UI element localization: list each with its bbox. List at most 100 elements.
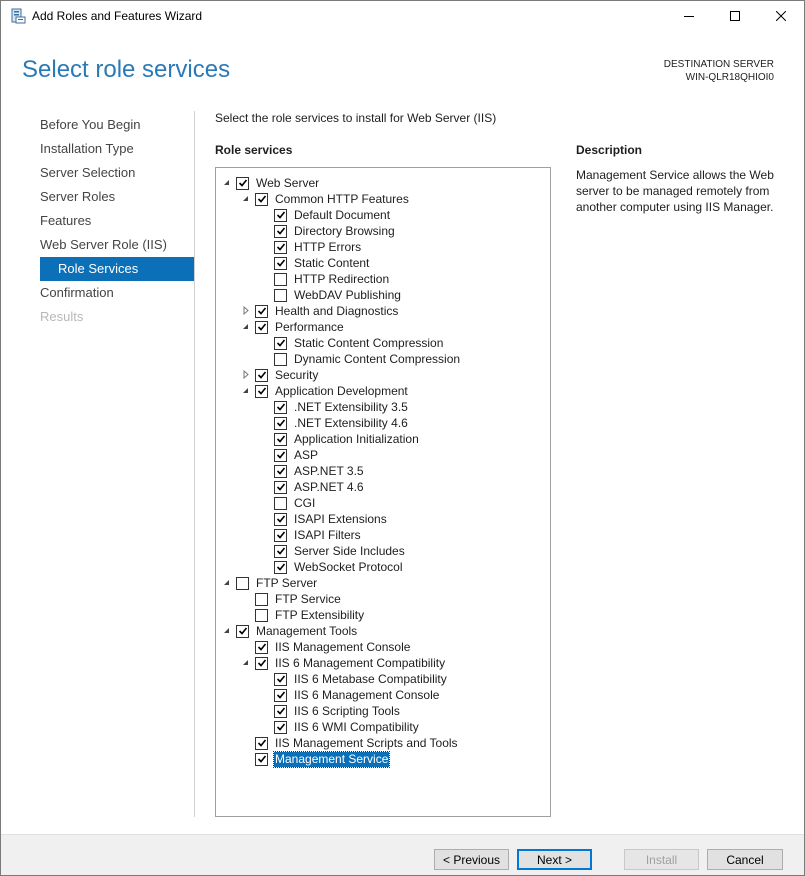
checkbox-checked[interactable] bbox=[274, 720, 287, 734]
checkbox-checked[interactable] bbox=[255, 384, 268, 398]
tree-item[interactable]: .NET Extensibility 3.5 bbox=[274, 399, 409, 415]
tree-item[interactable]: Default Document bbox=[274, 207, 391, 223]
tree-item[interactable]: CGI bbox=[274, 495, 316, 511]
collapse-arrow-icon[interactable] bbox=[241, 306, 250, 315]
checkbox-checked[interactable] bbox=[274, 400, 287, 414]
checkbox-checked[interactable] bbox=[255, 368, 268, 382]
tree-item-label: Common HTTP Features bbox=[275, 191, 409, 206]
tree-item[interactable]: Dynamic Content Compression bbox=[274, 351, 461, 367]
tree-item[interactable]: IIS Management Scripts and Tools bbox=[255, 735, 459, 751]
tree-item[interactable]: HTTP Redirection bbox=[274, 271, 390, 287]
tree-item[interactable]: HTTP Errors bbox=[274, 239, 362, 255]
tree-item[interactable]: Management Service bbox=[255, 750, 391, 768]
checkbox-checked[interactable] bbox=[274, 336, 287, 350]
checkbox-checked[interactable] bbox=[274, 480, 287, 494]
tree-item[interactable]: Performance bbox=[243, 319, 345, 335]
tree-item[interactable]: Application Initialization bbox=[274, 431, 420, 447]
nav-item[interactable]: Before You Begin bbox=[22, 113, 194, 137]
checkbox-checked[interactable] bbox=[236, 176, 249, 190]
tree-item[interactable]: Static Content Compression bbox=[274, 335, 444, 351]
checkbox-checked[interactable] bbox=[274, 432, 287, 446]
tree-item[interactable]: IIS Management Console bbox=[255, 639, 411, 655]
checkbox-checked[interactable] bbox=[255, 304, 268, 318]
tree-item[interactable]: Health and Diagnostics bbox=[243, 303, 399, 319]
role-services-tree[interactable]: Web Server Common HTTP Features Default Do… bbox=[215, 167, 551, 817]
checkbox-checked[interactable] bbox=[274, 688, 287, 702]
close-button[interactable] bbox=[758, 1, 804, 32]
install-button[interactable]: Install bbox=[624, 849, 699, 870]
tree-item[interactable]: Directory Browsing bbox=[274, 223, 396, 239]
checkbox-checked[interactable] bbox=[274, 672, 287, 686]
tree-item[interactable]: Security bbox=[243, 367, 319, 383]
nav-item[interactable]: Features bbox=[22, 209, 194, 233]
checkbox-checked[interactable] bbox=[274, 544, 287, 558]
tree-item[interactable]: FTP Extensibility bbox=[255, 607, 365, 623]
nav-item[interactable]: Installation Type bbox=[22, 137, 194, 161]
tree-item[interactable]: IIS 6 Metabase Compatibility bbox=[274, 671, 448, 687]
checkbox-checked[interactable] bbox=[274, 240, 287, 254]
cancel-button[interactable]: Cancel bbox=[707, 849, 783, 870]
tree-item[interactable]: Application Development bbox=[243, 383, 409, 399]
checkbox-checked[interactable] bbox=[274, 560, 287, 574]
checkbox-checked[interactable] bbox=[274, 224, 287, 238]
checkbox-checked[interactable] bbox=[274, 416, 287, 430]
checkbox-unchecked[interactable] bbox=[255, 608, 268, 622]
expand-arrow-icon[interactable] bbox=[241, 658, 250, 667]
tree-item[interactable]: ISAPI Filters bbox=[274, 527, 362, 543]
tree-item[interactable]: FTP Server bbox=[224, 575, 318, 591]
expand-arrow-icon[interactable] bbox=[241, 194, 250, 203]
tree-item[interactable]: ASP.NET 3.5 bbox=[274, 463, 365, 479]
nav-item[interactable]: Role Services bbox=[40, 257, 194, 281]
tree-item[interactable]: WebSocket Protocol bbox=[274, 559, 404, 575]
tree-item[interactable]: IIS 6 Management Compatibility bbox=[243, 655, 446, 671]
checkbox-checked[interactable] bbox=[255, 192, 268, 206]
tree-item[interactable]: ISAPI Extensions bbox=[274, 511, 388, 527]
checkbox-unchecked[interactable] bbox=[274, 496, 287, 510]
tree-item[interactable]: Web Server bbox=[224, 175, 320, 191]
checkbox-checked[interactable] bbox=[274, 208, 287, 222]
next-button[interactable]: Next > bbox=[517, 849, 592, 870]
checkbox-checked[interactable] bbox=[274, 256, 287, 270]
expand-arrow-icon[interactable] bbox=[222, 626, 231, 635]
expand-arrow-icon[interactable] bbox=[241, 386, 250, 395]
tree-item[interactable]: ASP bbox=[274, 447, 319, 463]
tree-item[interactable]: IIS 6 Scripting Tools bbox=[274, 703, 401, 719]
checkbox-checked[interactable] bbox=[255, 736, 268, 750]
collapse-arrow-icon[interactable] bbox=[241, 370, 250, 379]
checkbox-checked[interactable] bbox=[274, 464, 287, 478]
checkbox-checked[interactable] bbox=[255, 320, 268, 334]
nav-item[interactable]: Confirmation bbox=[22, 281, 194, 305]
tree-item[interactable]: IIS 6 WMI Compatibility bbox=[274, 719, 420, 735]
tree-item[interactable]: Server Side Includes bbox=[274, 543, 406, 559]
nav-item[interactable]: Server Roles bbox=[22, 185, 194, 209]
checkbox-checked[interactable] bbox=[274, 512, 287, 526]
expand-arrow-icon[interactable] bbox=[222, 578, 231, 587]
tree-item[interactable]: Management Tools bbox=[224, 623, 358, 639]
checkbox-checked[interactable] bbox=[255, 752, 268, 766]
checkbox-checked[interactable] bbox=[274, 528, 287, 542]
checkbox-unchecked[interactable] bbox=[255, 592, 268, 606]
expand-arrow-icon[interactable] bbox=[241, 322, 250, 331]
checkbox-unchecked[interactable] bbox=[274, 288, 287, 302]
expand-arrow-icon[interactable] bbox=[222, 178, 231, 187]
tree-item[interactable]: Static Content bbox=[274, 255, 370, 271]
tree-item[interactable]: IIS 6 Management Console bbox=[274, 687, 440, 703]
checkbox-unchecked[interactable] bbox=[274, 272, 287, 286]
checkbox-checked[interactable] bbox=[255, 640, 268, 654]
tree-item[interactable]: ASP.NET 4.6 bbox=[274, 479, 365, 495]
nav-item[interactable]: Server Selection bbox=[22, 161, 194, 185]
tree-item[interactable]: Common HTTP Features bbox=[243, 191, 410, 207]
checkbox-unchecked[interactable] bbox=[236, 576, 249, 590]
checkbox-unchecked[interactable] bbox=[274, 352, 287, 366]
nav-item[interactable]: Web Server Role (IIS) bbox=[22, 233, 194, 257]
tree-item[interactable]: FTP Service bbox=[255, 591, 342, 607]
tree-item[interactable]: .NET Extensibility 4.6 bbox=[274, 415, 409, 431]
minimize-button[interactable] bbox=[666, 1, 712, 32]
checkbox-checked[interactable] bbox=[274, 448, 287, 462]
previous-button[interactable]: < Previous bbox=[434, 849, 509, 870]
checkbox-checked[interactable] bbox=[255, 656, 268, 670]
tree-item[interactable]: WebDAV Publishing bbox=[274, 287, 402, 303]
checkbox-checked[interactable] bbox=[274, 704, 287, 718]
maximize-button[interactable] bbox=[712, 1, 758, 32]
checkbox-checked[interactable] bbox=[236, 624, 249, 638]
